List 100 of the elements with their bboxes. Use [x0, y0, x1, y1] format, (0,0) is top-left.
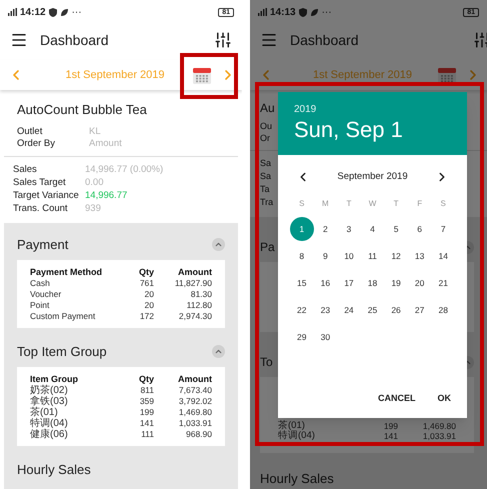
table-cell-text: 3,792.02 — [178, 396, 212, 406]
leaf-icon — [60, 8, 69, 16]
dialog-button[interactable]: OK — [430, 388, 459, 410]
table-cell-text: 奶茶(02) — [30, 384, 69, 396]
calendar-day[interactable]: 29 — [290, 325, 314, 349]
calendar-day[interactable]: 8 — [290, 244, 314, 268]
status-time: 14:12 — [20, 6, 46, 20]
metric-value: 14,996.77 — [85, 188, 128, 202]
weekday-label: W — [368, 198, 378, 210]
calendar-day[interactable]: 2 — [314, 217, 338, 241]
section-title: Hourly Sales — [17, 460, 91, 479]
table-cell-text: 1,469.80 — [422, 421, 456, 431]
table-cell-text: 20 — [144, 288, 154, 300]
table-cell-text: 81.30 — [190, 288, 212, 300]
table-cell-text: 359 — [138, 396, 154, 406]
table-cell-text: 1,469.80 — [178, 406, 212, 418]
weekday-label: F — [416, 198, 424, 210]
partial-label: Sa — [260, 157, 272, 170]
filter-sliders-icon[interactable] — [473, 31, 487, 49]
calendar-day[interactable]: 12 — [384, 244, 408, 268]
calendar-day[interactable]: 7 — [431, 217, 455, 241]
table-cell-text: 968.90 — [185, 428, 212, 440]
column-header: Qty — [138, 372, 154, 384]
column-header: Item Group — [30, 372, 80, 384]
calendar-day[interactable]: 6 — [408, 217, 432, 241]
picker-date[interactable]: Sun, Sep 1 — [294, 116, 403, 144]
table-cell-text: 811 — [139, 384, 154, 396]
column-header: Amount — [177, 372, 212, 384]
signal-icon — [8, 8, 17, 16]
table-cell-text: 141 — [138, 418, 154, 428]
calendar-day[interactable]: 4 — [360, 217, 384, 241]
weekday-label: S — [298, 198, 306, 210]
month-label: September 2019 — [337, 170, 408, 184]
table-cell-text: 茶(01) — [278, 421, 306, 431]
table-cell-text: 141 — [382, 431, 398, 441]
highlight-frame — [180, 53, 238, 99]
signal-icon — [258, 8, 267, 16]
calendar-day[interactable]: 20 — [408, 271, 432, 295]
weekday-label: S — [440, 198, 447, 210]
status-time: 14:13 — [270, 6, 296, 20]
metric-label: Sales — [13, 162, 38, 176]
metric-label: Sales Target — [13, 176, 67, 188]
calendar-day[interactable]: 22 — [290, 298, 314, 322]
calendar-day[interactable]: 1 — [290, 217, 314, 241]
calendar-day[interactable]: 15 — [290, 271, 314, 295]
calendar-day[interactable]: 5 — [384, 217, 408, 241]
metric-value: 939 — [85, 202, 101, 214]
metric-value: 14,996.77 (0.00%) — [85, 162, 164, 176]
table-cell-text: 2,974.30 — [178, 310, 212, 322]
section-title: Pa — [260, 239, 275, 256]
calendar-day[interactable]: 24 — [337, 298, 361, 322]
table-cell-text: 1,033.91 — [422, 431, 456, 441]
table-cell-text: 特调(04) — [30, 418, 69, 428]
table-cell-text: 199 — [382, 421, 398, 431]
section-title: Hourly Sales — [260, 470, 335, 488]
weekday-label: T — [345, 198, 352, 210]
weekday-label: T — [392, 198, 400, 210]
field-value: Amount — [89, 138, 122, 150]
shield-icon — [298, 8, 307, 16]
calendar-day[interactable]: 16 — [314, 271, 338, 295]
partial-label: Ou — [260, 120, 272, 132]
menu-icon[interactable] — [10, 31, 28, 49]
table-cell-text: 761 — [138, 278, 154, 288]
filter-sliders-icon[interactable] — [214, 31, 232, 49]
calendar-day[interactable]: 13 — [408, 244, 432, 268]
calendar-day[interactable]: 18 — [360, 271, 384, 295]
calendar-day[interactable]: 17 — [337, 271, 361, 295]
calendar-day[interactable]: 28 — [431, 298, 455, 322]
calendar-day[interactable]: 23 — [314, 298, 338, 322]
app-title: Dashboard — [290, 30, 358, 50]
calendar-day[interactable]: 11 — [360, 244, 384, 268]
calendar-day[interactable]: 10 — [337, 244, 361, 268]
status-dots: ··· — [72, 6, 82, 20]
table-cell-text: 茶(01) — [30, 406, 59, 418]
section-title: Payment — [17, 236, 68, 254]
table-cell-text: 112.80 — [186, 300, 212, 310]
table-cell-text: 111 — [140, 428, 154, 440]
calendar-day[interactable]: 19 — [384, 271, 408, 295]
calendar-day[interactable]: 9 — [314, 244, 338, 268]
calendar-icon[interactable] — [192, 65, 212, 85]
calendar-day[interactable]: 30 — [314, 325, 338, 349]
calendar-day[interactable]: 3 — [337, 217, 361, 241]
table-cell-text: Voucher — [30, 288, 62, 300]
calendar-day[interactable]: 14 — [431, 244, 455, 268]
calendar-day[interactable]: 21 — [431, 271, 455, 295]
leaf-icon — [310, 8, 319, 16]
calendar-day[interactable]: 25 — [360, 298, 384, 322]
column-header: Payment Method — [30, 266, 104, 278]
metric-label: Target Variance — [13, 188, 80, 202]
calendar-day[interactable]: 27 — [408, 298, 432, 322]
table-cell-text: 健康(06) — [30, 428, 69, 440]
table-cell-text: Point — [30, 300, 50, 310]
table-cell-text: 20 — [144, 300, 154, 310]
calendar-day[interactable]: 26 — [384, 298, 408, 322]
table-cell-text: 7,673.40 — [178, 384, 212, 396]
table-cell-text: Cash — [30, 278, 51, 288]
section-title: To — [260, 354, 273, 371]
partial-label: Tra — [260, 196, 274, 209]
table-cell-text: Custom Payment — [30, 310, 96, 322]
dialog-button[interactable]: CANCEL — [370, 388, 424, 410]
